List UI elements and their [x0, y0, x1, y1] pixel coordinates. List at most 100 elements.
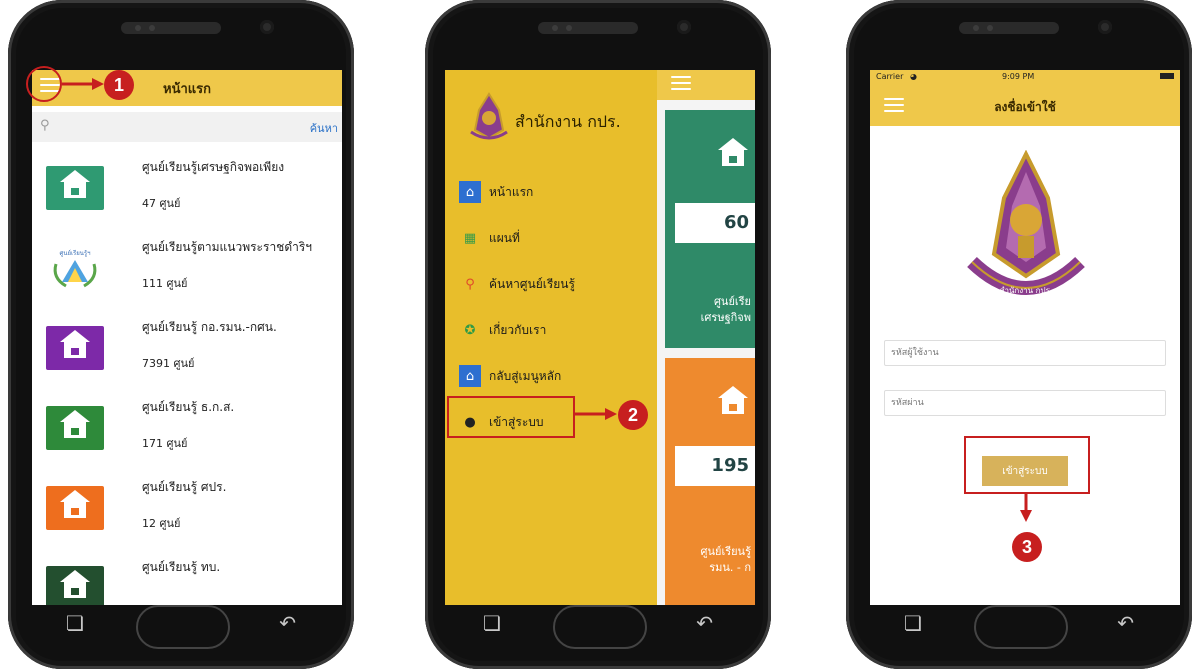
item-count: 7391 ศูนย์ [142, 357, 195, 370]
menu-item-label: แผนที่ [489, 230, 520, 245]
highlight-box [447, 396, 575, 438]
search-icon: ⚲ [40, 118, 50, 133]
back-icon[interactable]: ↶ [1117, 613, 1134, 633]
item-name: ศูนย์เรียนรู้ กอ.รมน.-กศน. [142, 320, 277, 334]
highlight-box [964, 436, 1090, 494]
arrow-icon [62, 78, 104, 90]
house-icon [46, 166, 104, 210]
page-title: ลงชื่อเข้าใช้ [994, 100, 1056, 114]
item-count: 111 ศูนย์ [142, 277, 188, 290]
home-icon: ⌂ [459, 181, 481, 203]
house-icon [711, 384, 755, 424]
navigation-keys: ❏ ↶ [846, 603, 1192, 653]
phone-2: 60 ศูนย์เรีย เศรษฐกิจพ 195 ศูนย์เรียนรู้… [425, 0, 771, 669]
back-icon[interactable]: ↶ [696, 613, 713, 633]
list-item[interactable]: ศูนย์เรียนรู้ ศปร. 12 ศูนย์ [32, 466, 342, 546]
search-icon: ⚲ [465, 276, 475, 292]
menu-item[interactable]: ⌂ กลับสู่เมนูหลัก [459, 362, 561, 390]
house-icon [46, 566, 104, 605]
camera-icon [260, 20, 274, 34]
step-badge: 2 [618, 400, 648, 430]
menu-item-label: กลับสู่เมนูหลัก [489, 368, 562, 383]
item-count: 171 ศูนย์ [142, 437, 188, 450]
password-field[interactable] [884, 390, 1166, 416]
menu-item[interactable]: ▦ แผนที่ [459, 224, 520, 252]
clock: 9:09 PM [1002, 72, 1035, 81]
item-name: ศูนย์เรียนรู้ ศปร. [142, 480, 227, 494]
learning-center-list: ศูนย์เรียนรู้เศรษฐกิจพอเพียง 47 ศูนย์ ศูนย… [32, 146, 342, 605]
list-item[interactable]: ศูนย์เรียนรู้ฯ ศูนย์เรียนรู้ตามแนวพระราชด… [32, 226, 342, 306]
phone-3: Carrier ◕ 9:09 PM ลงชื่อเข้าใช้ สำนักงาน… [846, 0, 1192, 669]
logo-caption: สำนักงาน กปร. [999, 286, 1053, 295]
svg-text:ศูนย์เรียนรู้ฯ: ศูนย์เรียนรู้ฯ [60, 249, 91, 257]
app-bar: ลงชื่อเข้าใช้ [870, 84, 1180, 126]
house-icon [46, 406, 104, 450]
tile-caption: รมน. - ก [709, 561, 751, 574]
info-icon: ✪ [464, 322, 476, 338]
menu-item-label: หน้าแรก [489, 184, 534, 199]
back-icon[interactable]: ↶ [279, 613, 296, 633]
summary-tile[interactable]: 195 ศูนย์เรียนรู้ รมน. - ก [665, 358, 755, 605]
speaker [538, 22, 638, 34]
item-name: ศูนย์เรียนรู้เศรษฐกิจพอเพียง [142, 160, 285, 174]
royal-project-logo: ศูนย์เรียนรู้ฯ [46, 246, 104, 290]
item-count: 47 ศูนย์ [142, 197, 181, 210]
tile-count: 60 [675, 203, 755, 243]
recent-apps-icon[interactable]: ❏ [904, 613, 922, 633]
house-icon [46, 486, 104, 530]
menu-screen: 60 ศูนย์เรีย เศรษฐกิจพ 195 ศูนย์เรียนรู้… [445, 70, 755, 605]
list-item[interactable]: ศูนย์เรียนรู้เศรษฐกิจพอเพียง 47 ศูนย์ [32, 146, 342, 226]
tile-count: 195 [675, 446, 755, 486]
home-screen: หน้าแรก ⚲ ค้นหา ศูนย์เรียนรู้เศรษฐกิจพอเ… [32, 70, 342, 605]
search-button[interactable]: ค้นหา [310, 119, 338, 137]
item-name: ศูนย์เรียนรู้ตามแนวพระราชดำริฯ [142, 240, 313, 254]
home-button[interactable] [553, 605, 647, 649]
arrow-icon [1020, 492, 1032, 522]
status-bar: Carrier ◕ 9:09 PM [870, 70, 1180, 84]
menu-item[interactable]: ⚲ ค้นหาศูนย์เรียนรู้ [459, 270, 575, 298]
login-screen: Carrier ◕ 9:09 PM ลงชื่อเข้าใช้ สำนักงาน… [870, 70, 1180, 605]
map-icon: ▦ [463, 230, 477, 246]
step-badge: 3 [1012, 532, 1042, 562]
phone-1: หน้าแรก ⚲ ค้นหา ศูนย์เรียนรู้เศรษฐกิจพอเ… [8, 0, 354, 669]
speaker [959, 22, 1059, 34]
underlying-home-view: 60 ศูนย์เรีย เศรษฐกิจพ 195 ศูนย์เรียนรู้… [657, 70, 755, 605]
item-name: ศูนย์เรียนรู้ ธ.ก.ส. [142, 400, 235, 414]
search-bar[interactable]: ⚲ ค้นหา [32, 112, 342, 142]
item-name: ศูนย์เรียนรู้ ทบ. [142, 560, 221, 574]
battery-icon [1160, 73, 1174, 79]
org-name: สำนักงาน กปร. [515, 112, 621, 131]
house-icon [46, 326, 104, 370]
highlight-circle [26, 66, 62, 102]
house-icon [711, 136, 755, 176]
menu-item[interactable]: ✪ เกี่ยวกับเรา [459, 316, 547, 344]
item-count: 12 ศูนย์ [142, 517, 181, 530]
arrow-icon [575, 408, 617, 420]
recent-apps-icon[interactable]: ❏ [483, 613, 501, 633]
camera-icon [677, 20, 691, 34]
list-item[interactable]: ศูนย์เรียนรู้ ธ.ก.ส. 171 ศูนย์ [32, 386, 342, 466]
menu-item[interactable]: ⌂ หน้าแรก [459, 178, 533, 206]
camera-icon [1098, 20, 1112, 34]
menu-item-label: ค้นหาศูนย์เรียนรู้ [489, 276, 575, 291]
tile-caption: เศรษฐกิจพ [700, 311, 751, 324]
summary-tile[interactable]: 60 ศูนย์เรีย เศรษฐกิจพ [665, 110, 755, 348]
org-emblem-logo [470, 92, 508, 140]
home-button[interactable] [974, 605, 1068, 649]
navigation-keys: ❏ ↶ [8, 603, 354, 653]
speaker [121, 22, 221, 34]
home-button[interactable] [136, 605, 230, 649]
username-field[interactable] [884, 340, 1166, 366]
carrier-label: Carrier [876, 72, 904, 81]
app-bar [657, 70, 755, 100]
wifi-icon: ◕ [910, 72, 917, 81]
step-badge: 1 [104, 70, 134, 100]
recent-apps-icon[interactable]: ❏ [66, 613, 84, 633]
list-item[interactable]: ศูนย์เรียนรู้ กอ.รมน.-กศน. 7391 ศูนย์ [32, 306, 342, 386]
hamburger-menu-icon[interactable] [671, 76, 691, 90]
navigation-drawer: สำนักงาน กปร. ⌂ หน้าแรก ▦ แผนที่ ⚲ ค้นหาศูนย์… [445, 70, 657, 605]
list-item[interactable]: ศูนย์เรียนรู้ ทบ. [32, 546, 342, 605]
home-icon: ⌂ [459, 365, 481, 387]
navigation-keys: ❏ ↶ [425, 603, 771, 653]
menu-item-label: เกี่ยวกับเรา [489, 322, 547, 337]
